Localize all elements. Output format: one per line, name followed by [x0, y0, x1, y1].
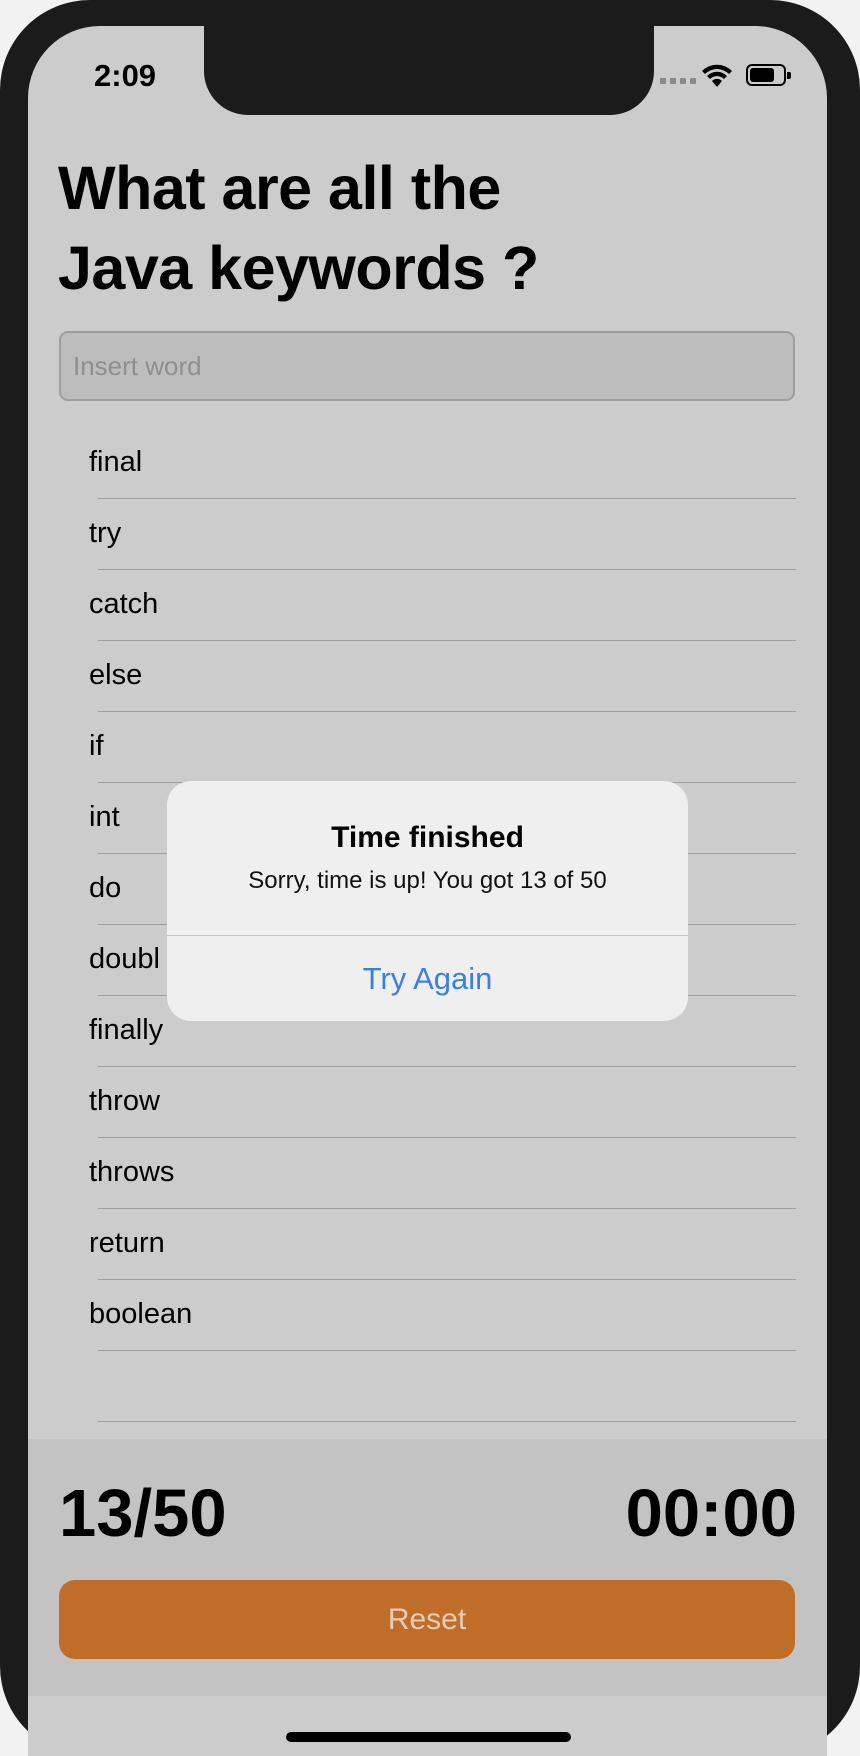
score-counter: 13/50 — [59, 1476, 227, 1551]
list-item: return — [28, 1209, 827, 1280]
list-item: throw — [28, 1067, 827, 1138]
keyword-label: doubl — [89, 943, 160, 975]
status-time: 2:09 — [94, 58, 157, 93]
keyword-label: throw — [89, 1085, 160, 1117]
row-divider — [98, 1421, 796, 1422]
keyword-label: final — [89, 446, 143, 478]
keyword-label: return — [89, 1227, 165, 1259]
alert-message: Sorry, time is up! You got 13 of 50 — [248, 867, 607, 894]
time-finished-alert: Time finished Sorry, time is up! You got… — [167, 781, 688, 1021]
question-line-2: Java keywords ? — [58, 234, 539, 302]
list-item: if — [28, 712, 827, 783]
list-item: else — [28, 641, 827, 712]
question-line-1: What are all the — [58, 154, 501, 222]
keyword-label: int — [89, 801, 120, 833]
alert-title: Time finished — [331, 821, 524, 854]
countdown-timer: 00:00 — [625, 1476, 797, 1551]
keyword-label: catch — [89, 588, 159, 620]
word-input[interactable] — [59, 331, 795, 401]
keyword-label: boolean — [89, 1298, 193, 1330]
keyword-label: if — [89, 730, 104, 762]
question-title: What are all the Java keywords ? — [58, 148, 678, 308]
keyword-label: try — [89, 517, 122, 549]
reset-button[interactable]: Reset — [59, 1580, 795, 1659]
battery-icon — [746, 64, 791, 86]
list-item: final — [28, 428, 827, 499]
keyword-label: do — [89, 872, 122, 904]
list-item — [28, 1351, 827, 1422]
footer-panel: 13/50 00:00 Reset — [28, 1439, 827, 1696]
keyword-label: finally — [89, 1014, 164, 1046]
try-again-button[interactable]: Try Again — [167, 936, 688, 1021]
keyword-label: throws — [89, 1156, 175, 1188]
wifi-icon — [702, 64, 732, 87]
keyword-label: else — [89, 659, 143, 691]
list-item: catch — [28, 570, 827, 641]
list-item: try — [28, 499, 827, 570]
cellular-signal-icon — [660, 78, 696, 84]
list-item: boolean — [28, 1280, 827, 1351]
home-indicator[interactable] — [286, 1732, 571, 1742]
device-notch — [204, 26, 654, 115]
list-item: throws — [28, 1138, 827, 1209]
